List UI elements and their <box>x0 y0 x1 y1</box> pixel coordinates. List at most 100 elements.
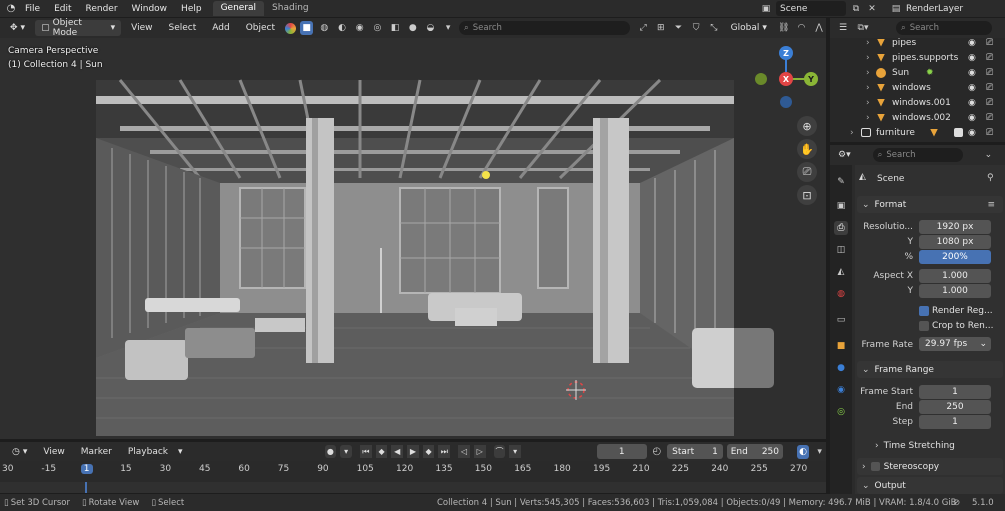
resolution-percent-field[interactable]: 200% <box>919 250 991 264</box>
outliner-item-windows-002[interactable]: › windows.002 ◉ ⎚ <box>830 110 1005 125</box>
camera-icon[interactable]: ⎚ <box>986 128 993 138</box>
snap-icon[interactable]: ⊞ <box>654 21 668 35</box>
frame-end-field[interactable]: End 250 <box>726 444 783 459</box>
record-icon[interactable]: ● <box>324 445 337 458</box>
properties-editor-icon[interactable]: ⚙▾ <box>838 150 851 160</box>
playhead-line[interactable] <box>85 482 87 493</box>
frame-step-field[interactable]: 1 <box>919 415 991 429</box>
viewport-search-input[interactable]: ⌕ Search <box>458 21 631 35</box>
frame-start-field[interactable]: Start 1 <box>667 444 723 459</box>
eye-icon[interactable]: ◉ <box>968 83 976 93</box>
modifier-tab-icon[interactable]: ● <box>834 361 848 375</box>
jump-keyframe-forward-icon[interactable]: ◆ <box>422 445 435 458</box>
timeline-display-icon[interactable]: ◐ <box>796 444 810 459</box>
camera-icon[interactable]: ⎚ <box>986 83 993 93</box>
tool-tab-icon[interactable]: ✎ <box>834 175 848 189</box>
timeline-ruler[interactable]: 30 -15 1 15 30 45 60 75 90 105 120 135 150 165 180 195 2… <box>0 461 826 482</box>
delete-scene-icon[interactable]: ✕ <box>866 4 878 14</box>
3d-viewport[interactable]: Camera Perspective (1) Collection 4 | Su… <box>0 38 826 439</box>
lock-icon[interactable]: ⊡ <box>797 185 817 205</box>
scene-tab-icon[interactable]: ◭ <box>834 265 848 279</box>
constraint-tab-icon[interactable]: ◎ <box>834 405 848 419</box>
expand-icon[interactable]: › <box>866 53 870 63</box>
proportional-edit-icon[interactable]: ◠ <box>795 21 809 35</box>
outliner-search-input[interactable]: ⌕ Search <box>896 21 992 35</box>
gizmo-icon[interactable]: ◒ <box>424 21 438 35</box>
properties-search-input[interactable]: ⌕ Search <box>872 148 963 162</box>
menu-select[interactable]: Select <box>163 20 203 36</box>
render-tab-icon[interactable]: ▣ <box>834 199 848 213</box>
properties-options-icon[interactable]: ⌄ <box>985 150 993 160</box>
editor-type-button[interactable]: ✥ ▾ <box>4 20 31 36</box>
timeline-track[interactable] <box>0 482 826 493</box>
color-palette-icon[interactable] <box>285 22 296 34</box>
tab-shading[interactable]: Shading <box>264 1 317 16</box>
prev-keyframe-icon[interactable]: ◁ <box>458 445 470 458</box>
material-shading-icon[interactable]: ◐ <box>335 21 349 35</box>
camera-icon[interactable]: ⎚ <box>986 53 993 63</box>
resolution-x-field[interactable]: 1920 px <box>919 220 991 234</box>
menu-file[interactable]: File <box>18 4 47 14</box>
next-keyframe-icon[interactable]: ▷ <box>473 445 486 458</box>
output-panel-header[interactable]: ⌄ Output <box>857 477 1003 494</box>
stereoscopy-panel-header[interactable]: › Stereoscopy <box>857 458 1003 475</box>
filter-icon[interactable]: ⏷ <box>672 21 686 35</box>
time-stretching-subpanel[interactable]: › Time Stretching <box>875 441 955 451</box>
outliner-editor-icon[interactable]: ☰ <box>836 23 850 33</box>
outliner-item-windows[interactable]: › windows ◉ ⎚ <box>830 80 1005 95</box>
blender-logo-icon[interactable]: ◔ <box>4 3 18 14</box>
jump-keyframe-back-icon[interactable]: ◆ <box>375 445 388 458</box>
play-reverse-icon[interactable]: ◀ <box>391 445 404 458</box>
eye-icon[interactable]: ◉ <box>968 128 976 138</box>
menu-edit[interactable]: Edit <box>47 4 78 14</box>
gizmo-x-button[interactable]: X <box>779 72 793 86</box>
render-region-checkbox[interactable] <box>919 306 929 316</box>
timeline-options-icon[interactable]: ▾ <box>813 445 826 459</box>
frame-rate-selector[interactable]: 29.97 fps ⌄ <box>919 337 991 351</box>
physics-tab-icon[interactable]: ◉ <box>834 383 848 397</box>
outliner-item-sun[interactable]: › Sun ✹ ◉ ⎚ <box>830 65 1005 80</box>
outliner-item-pipes[interactable]: › pipes ◉ ⎚ <box>830 35 1005 50</box>
camera-icon[interactable]: ⎚ <box>986 113 993 123</box>
pin-icon[interactable]: ⤢ <box>636 21 650 35</box>
camera-icon[interactable]: ⎚ <box>986 68 993 78</box>
scene-render[interactable] <box>0 38 826 439</box>
collection-checkbox[interactable] <box>954 128 963 137</box>
wireframe-shading-icon[interactable]: ◍ <box>317 21 331 35</box>
expand-icon[interactable]: › <box>866 98 870 108</box>
pan-hand-icon[interactable]: ✋ <box>797 139 817 159</box>
viewport-shading-icon[interactable]: ● <box>406 21 420 35</box>
camera-icon[interactable]: ⎚ <box>986 98 993 108</box>
gizmo-y-button[interactable]: Y <box>804 72 818 86</box>
menu-view[interactable]: View <box>125 20 158 36</box>
presets-icon[interactable]: ≡ <box>987 200 995 210</box>
camera-view-icon[interactable]: ⎚ <box>797 162 817 182</box>
aspect-y-field[interactable]: 1.000 <box>919 284 991 298</box>
solid-shading-icon[interactable]: ■ <box>299 21 314 35</box>
scene-selector[interactable]: Scene <box>776 1 846 16</box>
pin-properties-icon[interactable]: ⚲ <box>987 173 994 183</box>
world-tab-icon[interactable]: ◍ <box>834 287 848 301</box>
mode-selector[interactable]: ▢ Object Mode ▾ <box>35 18 122 38</box>
timeline-editor-type-button[interactable]: ◷ ▾ <box>6 444 33 460</box>
outliner-item-furniture[interactable]: › furniture ◉ ⎚ <box>830 125 1005 140</box>
object-tab-icon[interactable]: ■ <box>834 339 848 353</box>
play-icon[interactable]: ▶ <box>407 445 419 458</box>
zoom-icon[interactable]: ⊕ <box>797 116 817 136</box>
expand-icon[interactable]: › <box>866 113 870 123</box>
collection-tab-icon[interactable]: ▭ <box>834 313 848 327</box>
eye-icon[interactable]: ◉ <box>968 68 976 78</box>
tab-general[interactable]: General <box>212 1 265 16</box>
stereoscopy-checkbox[interactable] <box>870 462 880 471</box>
camera-icon[interactable]: ⎚ <box>986 38 993 48</box>
view-layer-tab-icon[interactable]: ◫ <box>834 243 848 257</box>
crop-checkbox[interactable] <box>919 321 929 331</box>
menu-help[interactable]: Help <box>174 4 209 14</box>
expand-icon[interactable]: › <box>866 68 870 78</box>
overlay-icon[interactable]: ◎ <box>371 21 385 35</box>
copy-scene-icon[interactable]: ⧉ <box>850 4 862 14</box>
stopwatch-icon[interactable]: ◴ <box>651 446 664 457</box>
output-tab-icon[interactable]: ⎙ <box>834 221 848 235</box>
menu-object[interactable]: Object <box>240 20 281 36</box>
frame-start-prop-field[interactable]: 1 <box>919 385 991 399</box>
